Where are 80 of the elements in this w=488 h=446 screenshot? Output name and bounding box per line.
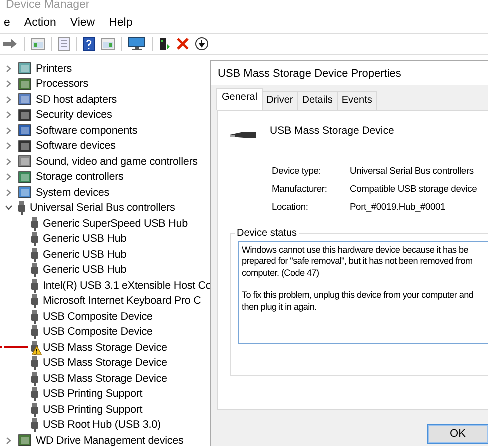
device-icon — [18, 93, 32, 106]
tree-item[interactable]: USB Printing Support — [43, 404, 143, 416]
chevron-down-icon[interactable] — [4, 205, 14, 212]
tree-item[interactable]: Generic USB Hub — [43, 264, 127, 276]
tree-item[interactable]: Generic USB Hub — [43, 233, 127, 246]
forward-arrow-icon[interactable] — [2, 38, 18, 50]
tree-item[interactable]: Generic SuperSpeed USB Hub — [43, 218, 188, 230]
menu-item[interactable]: e — [0, 16, 18, 28]
menu-item[interactable]: View — [63, 16, 102, 28]
property-label: Manufacturer: — [272, 183, 328, 194]
property-value: Compatible USB storage device — [350, 183, 478, 194]
device-icon — [18, 186, 32, 200]
device-icon — [18, 170, 32, 184]
window-icon[interactable] — [31, 38, 45, 50]
chevron-right-icon[interactable] — [4, 173, 14, 182]
tree-item[interactable]: Sound, video and game controllers — [36, 156, 198, 168]
tree-item[interactable]: Storage controllers — [36, 171, 124, 184]
tree-item[interactable]: USB Mass Storage Device — [43, 372, 168, 385]
tab[interactable]: General — [216, 88, 263, 110]
help-icon[interactable] — [83, 37, 95, 51]
chevron-right-icon[interactable] — [4, 64, 14, 73]
status-text-line: then plug it in again. — [242, 302, 318, 314]
status-text-line: Windows cannot use this hardware device because it has be — [242, 245, 470, 256]
menu-item[interactable]: Action — [17, 16, 64, 28]
chevron-right-icon[interactable] — [4, 142, 14, 150]
tree-item[interactable]: Microsoft Internet Keyboard Pro C — [43, 295, 202, 308]
usb-drive-icon — [230, 129, 256, 139]
property-label: Location: — [272, 201, 310, 212]
tree-item[interactable]: USB Composite Device — [43, 310, 153, 323]
chevron-right-icon[interactable] — [4, 188, 14, 197]
tree-item[interactable]: USB Printing Support — [43, 388, 143, 400]
property-value: Universal Serial Bus controllers — [350, 165, 475, 176]
device-icon — [18, 108, 32, 122]
device-icon — [18, 155, 32, 168]
menu-item[interactable]: Help — [102, 16, 140, 28]
chevron-right-icon[interactable] — [4, 80, 14, 88]
chevron-right-icon[interactable] — [4, 158, 14, 166]
property-value: Port_#0019.Hub_#0001 — [350, 201, 447, 212]
device-add-icon[interactable] — [159, 37, 171, 51]
group-label: Device status — [236, 228, 298, 239]
tree-item[interactable]: USB Mass Storage Device — [43, 357, 168, 370]
device-icon — [18, 62, 32, 76]
ok-button[interactable]: OK — [427, 424, 488, 444]
tree-item[interactable]: USB Root Hub (USB 3.0) — [43, 419, 161, 432]
usb-plug-icon — [18, 201, 26, 216]
device-icon — [18, 124, 32, 138]
chevron-right-icon[interactable] — [4, 111, 14, 120]
status-text-line: To fix this problem, unplug this device from your computer and — [242, 290, 475, 302]
tree-item[interactable]: Generic USB Hub — [43, 248, 127, 261]
close-icon[interactable] — [177, 38, 189, 50]
tree-item[interactable]: SD host adapters — [36, 94, 118, 106]
tree-item[interactable]: Printers — [36, 62, 72, 75]
download-icon[interactable] — [195, 37, 209, 51]
tree-item[interactable]: USB Mass Storage Device — [43, 342, 168, 354]
annotation-arrow-icon — [0, 345, 28, 349]
status-text-box[interactable] — [238, 241, 488, 344]
status-text-line: computer. (Code 47) — [242, 268, 320, 280]
tree-item[interactable]: Security devices — [36, 109, 112, 122]
tree-item[interactable]: Software devices — [36, 140, 116, 152]
monitor-icon[interactable] — [128, 37, 146, 51]
chevron-right-icon[interactable] — [4, 126, 14, 135]
dialog-title: USB Mass Storage Device Properties — [217, 67, 402, 82]
device-icon — [18, 78, 32, 91]
status-text-line: prepared for "safe removal", but it has not been removed from — [242, 256, 474, 268]
tree-item[interactable]: Software components — [36, 124, 138, 137]
tree-item[interactable]: Universal Serial Bus controllers — [30, 202, 176, 214]
tree-item[interactable]: USB Composite Device — [43, 326, 153, 338]
device-icon — [18, 140, 32, 153]
tree-item[interactable]: Processors — [36, 78, 89, 90]
device-name: USB Mass Storage Device — [270, 125, 394, 137]
window-title: Device Manager — [5, 0, 91, 13]
property-label: Device type: — [272, 165, 322, 176]
tab[interactable]: Events — [336, 91, 378, 110]
tree-item[interactable]: System devices — [36, 186, 110, 199]
tree-item[interactable]: WD Drive Management devices — [36, 434, 184, 446]
chevron-right-icon[interactable] — [4, 436, 14, 445]
device-icon — [18, 434, 32, 446]
window-icon[interactable] — [101, 38, 115, 50]
chevron-right-icon[interactable] — [4, 96, 14, 104]
document-icon[interactable] — [58, 37, 70, 51]
